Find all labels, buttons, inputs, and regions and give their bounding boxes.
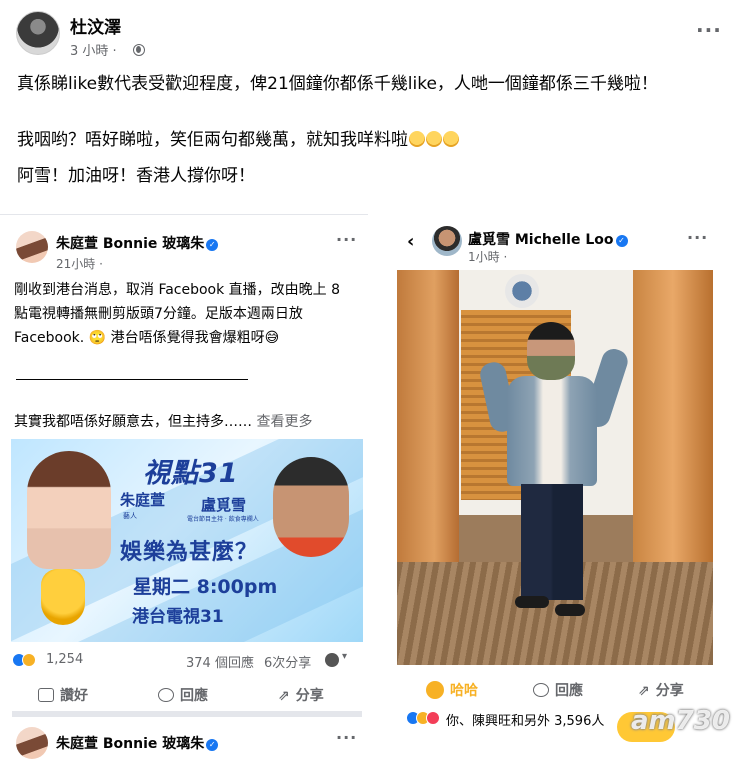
michelle-name[interactable]: 盧覓雪 Michelle Loo [468, 232, 614, 248]
next-post-name-row[interactable]: 朱庭萱 Bonnie 玻璃朱 ✓ [56, 733, 219, 753]
right-share-label: 分享 [655, 683, 684, 699]
promo-title: 娛樂為甚麼？ [120, 540, 259, 565]
verified-badge-icon: ✓ [206, 739, 219, 751]
share-label: 分享 [295, 688, 324, 704]
post-text-line-2: 我咽哟？唔好睇啦，笑佢兩句都幾萬，就知我咩料啦 [17, 128, 732, 152]
promo-image[interactable]: 視點31 朱庭萱 藝人 盧覓雪 電台節目主持 · 飲食專欄人 娛樂為甚麼？ 星期… [11, 439, 363, 642]
love-reaction-icon [426, 711, 440, 725]
promo-host2-name: 盧覓雪 [201, 496, 247, 514]
back-arrow-icon[interactable]: ‹ [407, 231, 414, 252]
post-text-line-3: 阿雪！加油呀！香港人撐你呀！ [17, 166, 255, 186]
michelle-photo[interactable] [397, 270, 713, 665]
haha-emoji-icon [426, 681, 444, 699]
laughing-emoji-icon [426, 131, 442, 147]
share-arrow-icon: ⇗ [638, 683, 650, 699]
promo-station: 港台電視31 [132, 607, 224, 627]
care-reaction-icon [22, 653, 36, 667]
bonnie-engagement-stats: 1,254 374 個回應 6次分享 ▾ [12, 651, 358, 671]
comment-count[interactable]: 374 個回應 [186, 652, 254, 671]
am730-watermark: am730 [617, 704, 730, 748]
bonnie-name[interactable]: 朱庭萱 Bonnie 玻璃朱 [56, 236, 204, 252]
laughing-emoji-icon [443, 131, 459, 147]
comment-icon [158, 688, 174, 702]
reaction-icons[interactable] [12, 653, 36, 671]
post-text-line-2-content: 我咽哟？唔好睇啦，笑佢兩句都幾萬，就知我咩料啦 [17, 130, 408, 150]
pointing-hand-icon [41, 569, 85, 625]
person-shoe [515, 596, 549, 608]
bonnie-post-body: 剛收到港台消息，取消 Facebook 直播，改由晚上 8點電視轉播無刪剪版頭7… [14, 282, 341, 346]
bonnie-post-time[interactable]: 21小時 · [56, 255, 103, 272]
person-legs [521, 484, 583, 600]
reaction-summary[interactable]: 你、陳興旺和另外 3,596人 [406, 710, 604, 729]
person-torso [507, 376, 597, 486]
like-label: 讚好 [60, 688, 88, 704]
thumbs-up-icon [38, 688, 54, 702]
michelle-avatar[interactable] [432, 226, 462, 256]
bonnie-more-button[interactable]: ··· [336, 230, 357, 249]
watermark-text: am730 [631, 706, 730, 736]
bonnie-excerpt: 其實我都唔係好願意去，但主持多…… [14, 414, 252, 430]
next-post-more-button[interactable]: ··· [336, 728, 357, 747]
more-options-button[interactable]: ··· [696, 18, 722, 42]
comment-icon [533, 683, 549, 697]
poster-name[interactable]: 杜汶澤 [70, 13, 121, 38]
promo-airtime: 星期二 8:00pm [133, 576, 278, 598]
right-comment-label: 回應 [555, 683, 583, 699]
share-button[interactable]: ⇗ 分享 [278, 685, 324, 705]
share-count[interactable]: 6次分享 [264, 652, 311, 671]
audience-avatar[interactable] [325, 653, 339, 667]
promo-host1-name: 朱庭萱 [120, 491, 166, 509]
like-button[interactable]: 讚好 [38, 685, 88, 705]
michelle-post-time[interactable]: 1小時 · [468, 248, 507, 265]
bonnie-excerpt-row: 其實我都唔係好願意去，但主持多…… 查看更多 [14, 411, 312, 431]
globe-icon [133, 44, 145, 56]
reaction-count[interactable]: 1,254 [46, 652, 83, 667]
see-more-link[interactable]: 查看更多 [256, 414, 312, 430]
post-separator [12, 711, 362, 717]
bonnie-avatar-next[interactable] [16, 727, 48, 759]
right-comment-button[interactable]: 回應 [533, 680, 583, 700]
share-arrow-icon: ⇗ [278, 688, 290, 704]
right-share-button[interactable]: ⇗ 分享 [638, 680, 684, 700]
bonnie-name-row[interactable]: 朱庭萱 Bonnie 玻璃朱 ✓ [56, 233, 219, 253]
person-shoe [555, 604, 585, 616]
verified-badge-icon: ✓ [206, 239, 219, 251]
poster-avatar[interactable] [16, 11, 60, 55]
caret-down-icon[interactable]: ▾ [342, 651, 347, 662]
promo-host2-role: 電台節目主持 · 飲食專欄人 [187, 516, 259, 523]
wooden-door-right [633, 270, 713, 600]
haha-label: 哈哈 [450, 683, 478, 699]
michelle-more-button[interactable]: ··· [687, 228, 708, 247]
promo-host2-photo [273, 457, 349, 557]
michelle-name-row[interactable]: 盧覓雪 Michelle Loo ✓ [468, 229, 628, 249]
laughing-emoji-icon [409, 131, 425, 147]
reaction-summary-text: 你、陳興旺和另外 3,596人 [446, 714, 605, 729]
haha-reaction-button[interactable]: 哈哈 [426, 680, 478, 700]
text-divider [16, 379, 248, 380]
promo-host1-role: 藝人 [123, 512, 137, 520]
promo-host1-photo [27, 451, 111, 569]
post-text-line-1: 真係睇like數代表受歡迎程度，俾21個鐘你都係千幾like，人哋一個鐘都係三千… [17, 74, 658, 94]
wall-fan [505, 274, 539, 308]
promo-show-logo: 視點31 [143, 458, 239, 489]
bonnie-avatar[interactable] [16, 231, 48, 263]
post-timestamp[interactable]: 3 小時 · [70, 40, 117, 59]
verified-badge-icon: ✓ [615, 235, 628, 247]
comment-label: 回應 [180, 688, 208, 704]
next-post-author[interactable]: 朱庭萱 Bonnie 玻璃朱 [56, 736, 204, 752]
comment-button[interactable]: 回應 [158, 685, 208, 705]
person-head [527, 322, 575, 380]
